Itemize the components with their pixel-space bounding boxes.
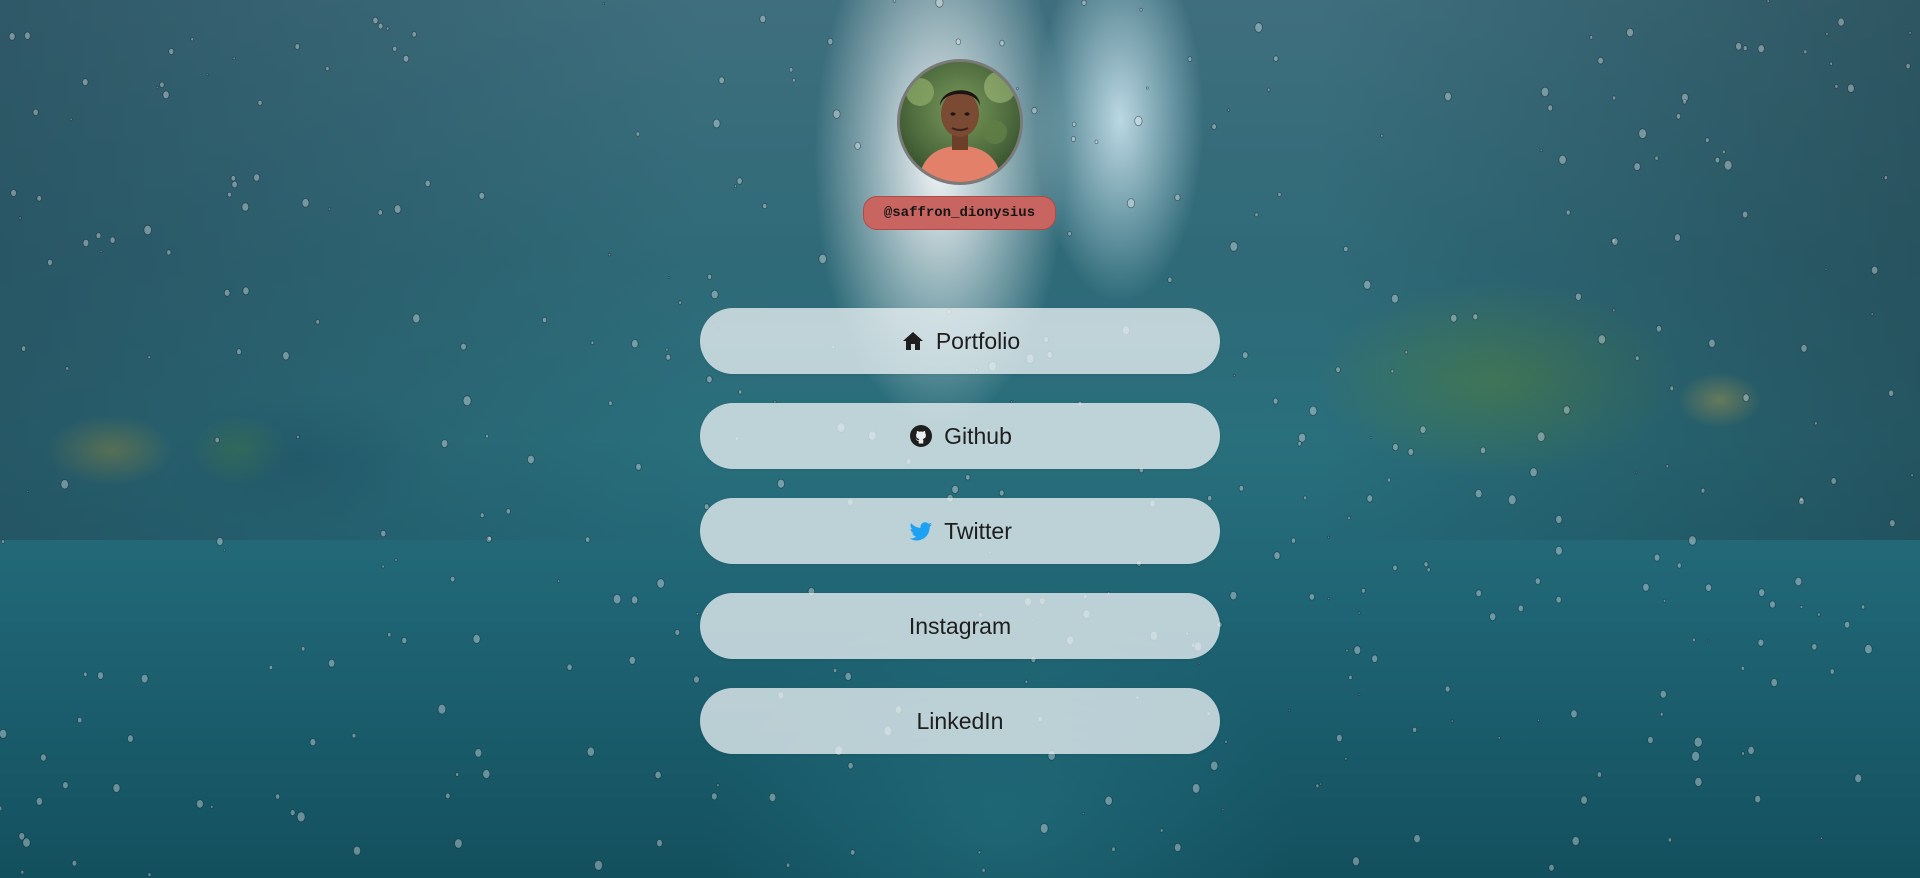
background-shade-right — [1320, 0, 1920, 540]
linkedin-link-label: LinkedIn — [916, 707, 1004, 734]
linkedin-link-button[interactable]: LinkedIn — [700, 688, 1220, 754]
avatar-photo — [900, 62, 1020, 182]
instagram-link-label: Instagram — [908, 612, 1012, 639]
twitter-icon — [908, 518, 934, 544]
portfolio-link-button[interactable]: Portfolio — [700, 308, 1220, 374]
github-link-button[interactable]: Github — [700, 403, 1220, 469]
instagram-link-button[interactable]: Instagram — [700, 593, 1220, 659]
github-link-label: Github — [944, 422, 1012, 449]
github-icon — [908, 423, 934, 449]
portfolio-link-label: Portfolio — [935, 327, 1021, 354]
profile-handle: @saffron_dionysius — [863, 196, 1056, 230]
home-icon — [900, 328, 926, 354]
link-list: Portfolio Github Twitter Instagram Linke… — [700, 308, 1220, 783]
background-shade-left — [0, 0, 700, 540]
twitter-link-button[interactable]: Twitter — [700, 498, 1220, 564]
profile-avatar — [897, 59, 1023, 185]
twitter-link-label: Twitter — [944, 517, 1012, 544]
